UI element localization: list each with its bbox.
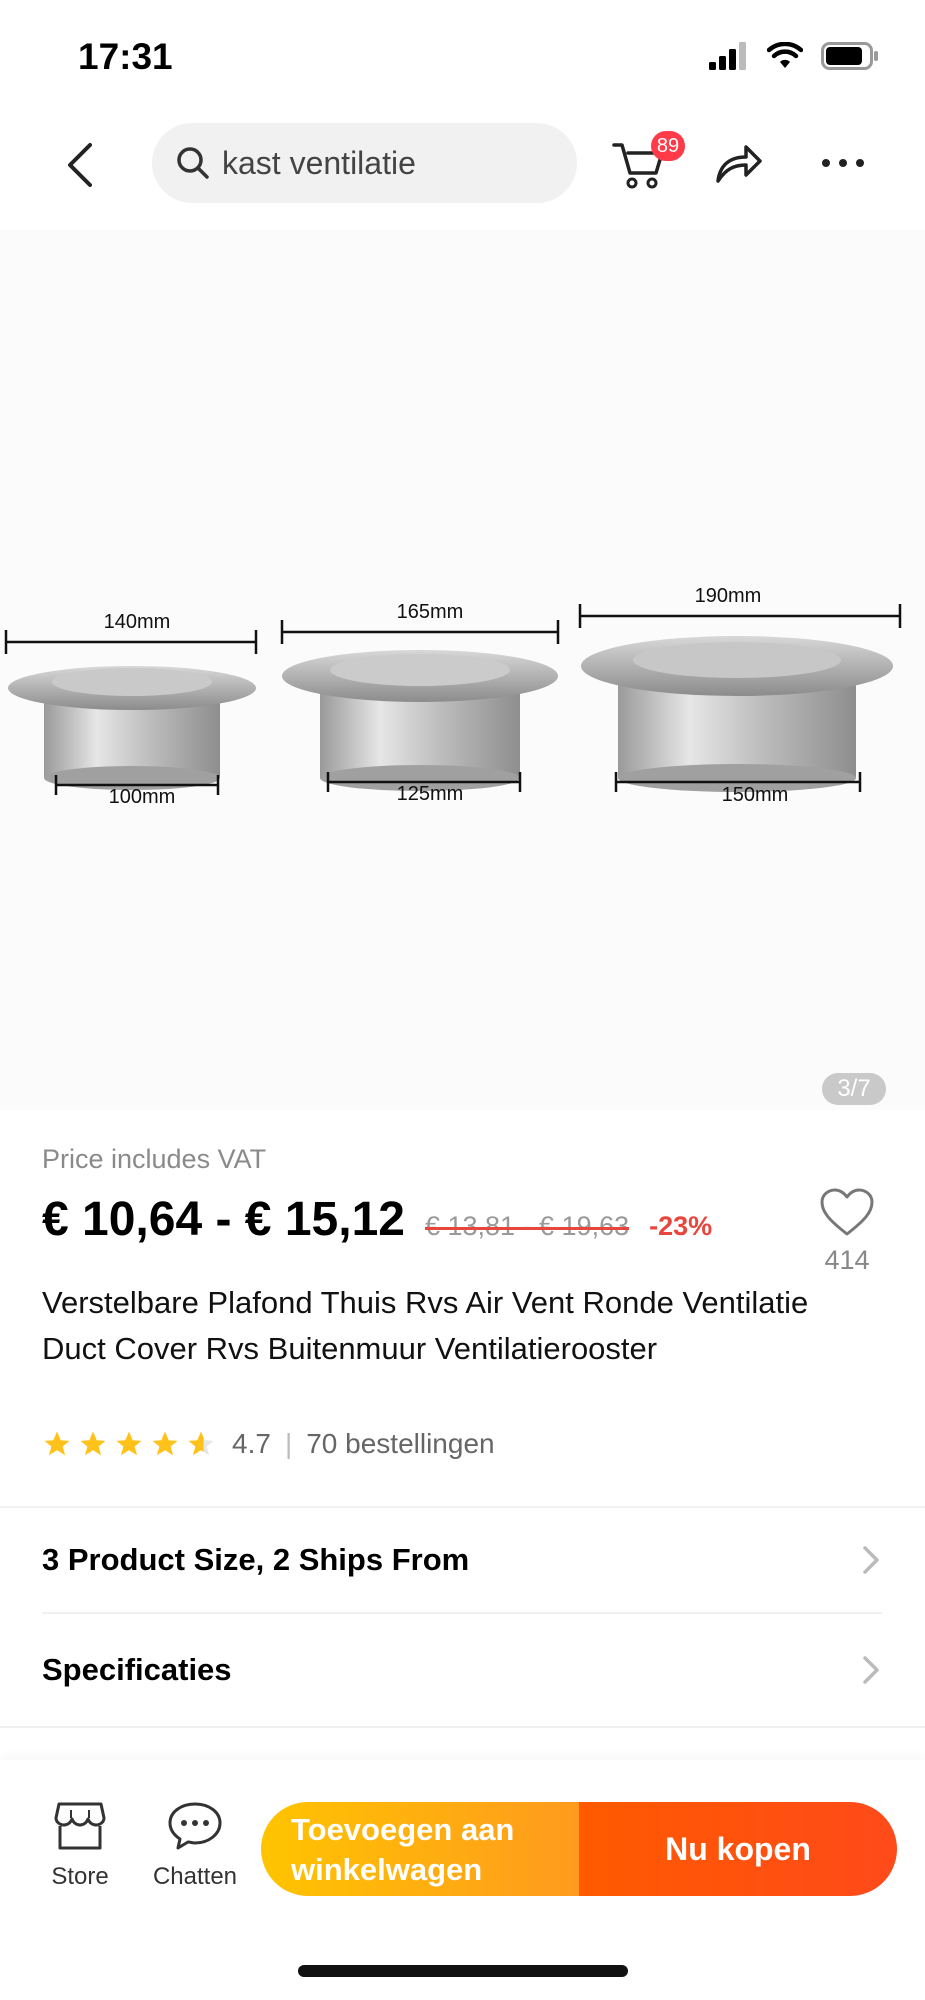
orders-count: 70 bestellingen <box>306 1428 495 1459</box>
chevron-right-icon <box>863 1656 879 1684</box>
status-icons <box>709 42 879 70</box>
back-button[interactable] <box>58 137 104 193</box>
product-image-gallery[interactable]: 140mm 165mm 190mm 100mm 125mm 150mm <box>0 230 925 1110</box>
cta-group: Toevoegen aan winkelwagen Nu kopen <box>261 1802 897 1896</box>
price-range: € 10,64 - € 15,12 <box>42 1193 405 1246</box>
heart-icon <box>820 1188 874 1236</box>
half-star-icon <box>188 1431 214 1456</box>
share-button[interactable] <box>712 137 764 189</box>
more-icon <box>822 159 864 167</box>
chevron-left-icon <box>68 143 92 187</box>
star-icon <box>116 1431 142 1456</box>
divider <box>42 1612 882 1614</box>
store-icon <box>54 1802 106 1850</box>
store-label: Store <box>51 1863 109 1890</box>
dim-bottom-1: 100mm <box>109 786 176 808</box>
specifications-label: Specificaties <box>42 1652 232 1687</box>
buy-now-button[interactable]: Nu kopen <box>579 1802 897 1896</box>
product-title: Verstelbare Plafond Thuis Rvs Air Vent R… <box>42 1285 809 1366</box>
size-ships-row[interactable]: 3 Product Size, 2 Ships From <box>42 1510 882 1610</box>
add-to-cart-button[interactable]: Toevoegen aan winkelwagen <box>261 1802 579 1896</box>
status-bar: 17:31 <box>0 0 925 110</box>
price-row: € 10,64 - € 15,12 € 13,81 - € 19,63 -23% <box>42 1192 712 1247</box>
star-icon <box>44 1431 70 1456</box>
wishlist-count: 414 <box>824 1245 870 1275</box>
star-icon <box>80 1431 106 1456</box>
battery-icon <box>821 42 878 70</box>
bottom-action-bar: Store Chatten Toevoegen aan winkelwagen … <box>0 1760 925 2000</box>
top-nav: kast ventilatie 89 <box>0 115 925 215</box>
rating-row[interactable]: 4.7 | 70 bestellingen <box>42 1428 495 1460</box>
chat-icon <box>168 1802 222 1850</box>
size-ships-label: 3 Product Size, 2 Ships From <box>42 1542 470 1577</box>
rating-stars <box>42 1429 216 1459</box>
dim-bottom-2: 125mm <box>397 783 464 805</box>
cart-badge: 89 <box>651 131 685 161</box>
search-query: kast ventilatie <box>222 144 416 181</box>
status-time: 17:31 <box>78 36 173 77</box>
discount-badge: -23% <box>649 1211 713 1241</box>
share-icon <box>716 145 762 183</box>
old-price-range: € 13,81 - € 19,63 <box>424 1211 630 1241</box>
search-input[interactable]: kast ventilatie <box>152 123 577 203</box>
dim-top-3: 190mm <box>695 585 762 607</box>
home-indicator[interactable] <box>298 1965 628 1977</box>
more-button[interactable] <box>818 143 868 183</box>
divider <box>0 1506 925 1508</box>
wishlist-button[interactable]: 414 <box>814 1188 880 1276</box>
divider <box>0 1726 925 1728</box>
chevron-right-icon <box>863 1546 879 1574</box>
vat-note: Price includes VAT <box>42 1144 267 1174</box>
dim-bottom-3: 150mm <box>722 784 789 806</box>
search-icon <box>177 147 209 179</box>
rating-value: 4.7 <box>232 1428 271 1459</box>
product-photo: 140mm 165mm 190mm 100mm 125mm 150mm <box>4 585 902 808</box>
dim-top-1: 140mm <box>104 611 171 633</box>
wifi-icon <box>767 42 803 68</box>
star-icon <box>152 1431 178 1456</box>
specifications-row[interactable]: Specificaties <box>42 1620 882 1720</box>
store-button[interactable]: Store <box>30 1800 130 1891</box>
dim-top-2: 165mm <box>397 601 464 623</box>
chat-label: Chatten <box>152 1863 238 1890</box>
rating-separator: | <box>284 1428 293 1459</box>
chat-button[interactable]: Chatten <box>145 1800 245 1891</box>
image-counter: 3/7 <box>822 1073 886 1105</box>
signal-icon <box>709 42 746 70</box>
